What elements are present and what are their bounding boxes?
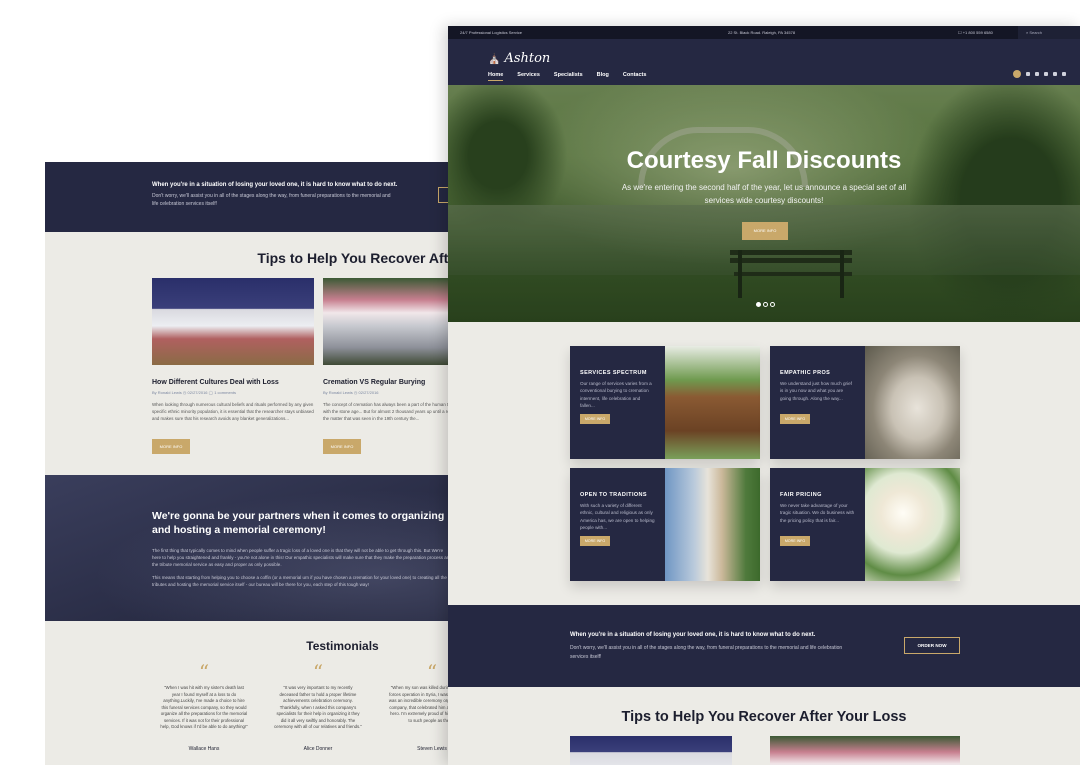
service-more-info-button[interactable]: MORE INFO bbox=[780, 414, 810, 424]
instagram-icon[interactable] bbox=[1053, 72, 1057, 76]
angel-statue-image bbox=[865, 346, 960, 459]
service-title: FAIR PRICING bbox=[780, 492, 822, 498]
main-nav: ⛪ Ashton Home Services Specialists Blog C… bbox=[448, 39, 1080, 85]
partners-text-1: The first thing that typically comes to … bbox=[152, 548, 452, 567]
testimonial-text: "It was very important to my recently de… bbox=[274, 685, 362, 729]
service-card: FAIR PRICING We never take advantage of … bbox=[770, 468, 960, 581]
search-placeholder: Search bbox=[1029, 30, 1043, 35]
front-page-preview: 24/7 Professional Logistics Service 22 S… bbox=[448, 26, 1080, 765]
partners-heading: We're gonna be your partners when it com… bbox=[152, 510, 445, 536]
showcase: When you're in a situation of losing you… bbox=[0, 0, 1080, 765]
nav-item-specialists[interactable]: Specialists bbox=[554, 72, 583, 81]
testimonial: “ "When I was hit with my sister's death… bbox=[160, 660, 248, 752]
testimonial: “ "It was very important to my recently … bbox=[274, 660, 362, 752]
hero-subtitle: As we're entering the second half of the… bbox=[621, 183, 907, 205]
front-tips-section: Tips to Help You Recover After Your Loss bbox=[448, 687, 1080, 765]
back-cta-text: Don't worry, we'll assist you in all of … bbox=[152, 193, 391, 207]
service-card: OPEN TO TRADITIONS With such a variety o… bbox=[570, 468, 760, 581]
slider-dots bbox=[756, 302, 775, 307]
address: 22 St. Black Road. Raleigh, PA 34578 bbox=[728, 30, 796, 35]
youtube-icon[interactable] bbox=[1062, 72, 1066, 76]
front-cta-band: When you're in a situation of losing you… bbox=[448, 605, 1080, 687]
hero-slider: Courtesy Fall Discounts As we're enterin… bbox=[448, 85, 1080, 322]
funeral-hall-image bbox=[152, 278, 314, 365]
blog-card: How Different Cultures Deal with Loss By… bbox=[152, 278, 314, 454]
nav-item-home[interactable]: Home bbox=[488, 72, 504, 81]
twitter-icon[interactable] bbox=[1035, 72, 1039, 76]
front-cta-text: Don't worry, we'll assist you in all of … bbox=[570, 645, 843, 660]
quote-mark-icon: “ bbox=[198, 660, 210, 684]
service-title: OPEN TO TRADITIONS bbox=[580, 492, 647, 498]
coffin-flowers-image bbox=[665, 346, 760, 459]
service-title: EMPATHIC PROS bbox=[780, 370, 831, 376]
testimonial-text: "When I was hit with my sister's death l… bbox=[160, 685, 248, 729]
front-tips-title: Tips to Help You Recover After Your Loss bbox=[621, 709, 907, 725]
google-plus-icon[interactable] bbox=[1044, 72, 1048, 76]
nav-menu: Home Services Specialists Blog Contacts bbox=[488, 72, 646, 81]
service-text: With such a variety of different ethnic,… bbox=[580, 503, 655, 531]
hero-more-info-button[interactable]: MORE INFO bbox=[742, 222, 788, 240]
blog-card-excerpt: When looking through numerous cultural b… bbox=[152, 402, 314, 421]
slider-dot[interactable] bbox=[770, 302, 775, 307]
search-input[interactable]: ⌕ Search bbox=[1018, 26, 1080, 39]
tagline: 24/7 Professional Logistics Service bbox=[460, 30, 523, 35]
slider-dot[interactable] bbox=[756, 302, 761, 307]
funeral-hall-image bbox=[570, 736, 732, 765]
service-card: EMPATHIC PROS We understand just how muc… bbox=[770, 346, 960, 459]
service-text: We understand just how much grief is in … bbox=[780, 381, 852, 401]
facebook-icon[interactable] bbox=[1026, 72, 1030, 76]
logo-text: Ashton bbox=[504, 51, 551, 66]
order-now-button[interactable]: ORDER NOW bbox=[904, 637, 960, 654]
partners-text-2: This means that starting from helping yo… bbox=[152, 575, 447, 587]
nav-item-services[interactable]: Services bbox=[517, 72, 540, 81]
service-text: We never take advantage of your tragic s… bbox=[780, 503, 855, 523]
more-info-button[interactable]: MORE INFO bbox=[323, 439, 361, 454]
blog-card-title[interactable]: How Different Cultures Deal with Loss bbox=[152, 379, 314, 386]
quote-mark-icon: “ bbox=[312, 660, 324, 684]
blog-card-meta: By Ronald Lewis ◷ 02/27/2016 ◯ 1 comment… bbox=[152, 390, 237, 395]
casket-image bbox=[770, 736, 960, 765]
service-more-info-button[interactable]: MORE INFO bbox=[780, 536, 810, 546]
testimonial-author: Wallace Hans bbox=[188, 746, 220, 752]
slider-dot[interactable] bbox=[763, 302, 768, 307]
service-more-info-button[interactable]: MORE INFO bbox=[580, 536, 610, 546]
phone[interactable]: ☐ +1 800 559 6580 bbox=[958, 30, 993, 35]
top-info-bar: 24/7 Professional Logistics Service 22 S… bbox=[448, 26, 1080, 39]
testimonial-author: Alice Donner bbox=[303, 746, 333, 752]
chapel-icon: ⛪ bbox=[488, 54, 501, 65]
more-info-button[interactable]: MORE INFO bbox=[152, 439, 190, 454]
services-grid: SERVICES SPECTRUM Our range of services … bbox=[448, 322, 1080, 605]
service-text: Our range of services varies from a conv… bbox=[580, 381, 652, 409]
church-image bbox=[665, 468, 760, 581]
nav-item-contacts[interactable]: Contacts bbox=[623, 72, 647, 81]
logo[interactable]: ⛪ Ashton bbox=[488, 51, 550, 66]
front-cta-heading: When you're in a situation of losing you… bbox=[570, 632, 816, 638]
service-title: SERVICES SPECTRUM bbox=[580, 370, 647, 376]
service-card: SERVICES SPECTRUM Our range of services … bbox=[570, 346, 760, 459]
social-links bbox=[1013, 70, 1066, 78]
white-roses-image bbox=[865, 468, 960, 581]
nav-item-blog[interactable]: Blog bbox=[597, 72, 609, 81]
hero-title: Courtesy Fall Discounts bbox=[626, 147, 902, 174]
brand-badge-icon[interactable] bbox=[1013, 70, 1021, 78]
service-more-info-button[interactable]: MORE INFO bbox=[580, 414, 610, 424]
